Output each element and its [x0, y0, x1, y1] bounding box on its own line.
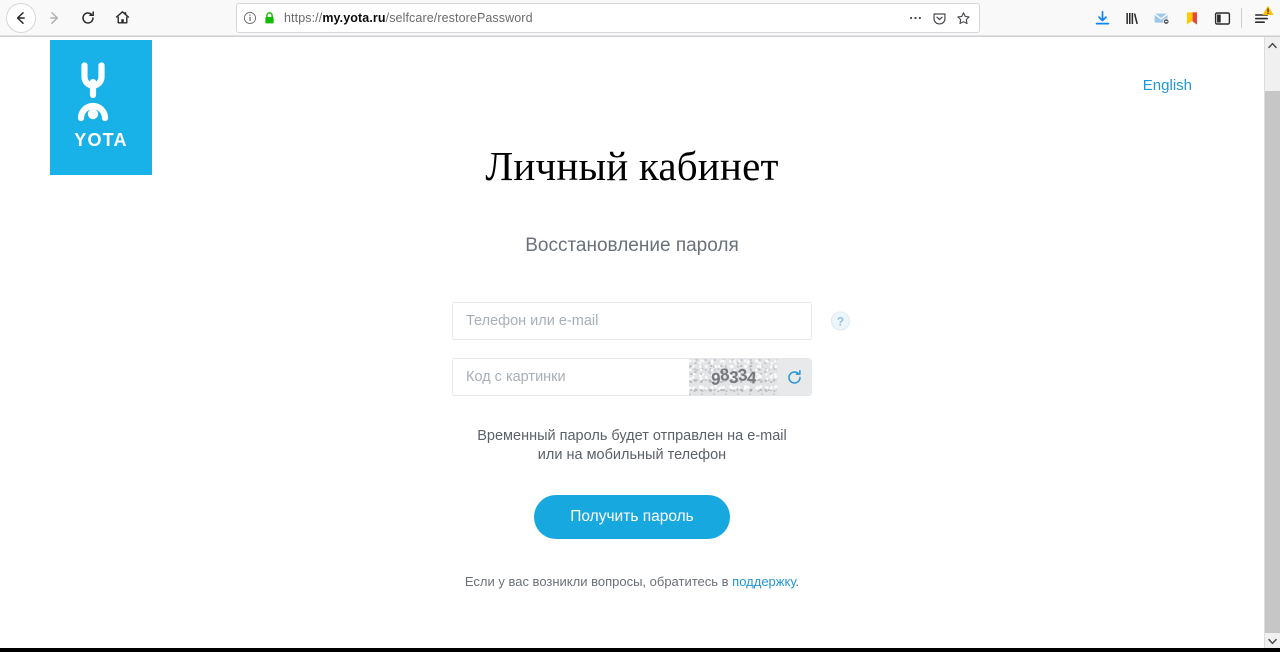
menu-warning-badge-icon: [1262, 5, 1274, 15]
captcha-image: 98334: [689, 359, 777, 395]
chevron-up-icon: [1268, 42, 1277, 48]
url-text[interactable]: https://my.yota.ru/selfcare/restorePassw…: [284, 11, 900, 25]
page-actions-icon[interactable]: [908, 11, 923, 25]
bookmark-flag-button[interactable]: [1177, 2, 1207, 34]
address-bar[interactable]: https://my.yota.ru/selfcare/restorePassw…: [236, 3, 980, 33]
site-identity[interactable]: [243, 11, 276, 25]
bookmark-star-icon[interactable]: [956, 11, 971, 26]
forward-button[interactable]: [38, 2, 70, 34]
navigation-buttons: [0, 2, 138, 34]
address-bar-actions: [908, 11, 971, 26]
captcha-char: 9: [710, 369, 720, 389]
back-button[interactable]: [6, 2, 36, 33]
captcha-char: 4: [746, 368, 756, 388]
pocket-icon[interactable]: [932, 11, 947, 26]
forward-arrow-icon: [50, 11, 59, 24]
browser-window: https://my.yota.ru/selfcare/restorePassw…: [0, 0, 1280, 652]
lock-icon[interactable]: [263, 11, 276, 25]
hint-line-2: или на мобильный телефон: [537, 447, 727, 463]
reload-icon: [82, 10, 94, 24]
reload-button[interactable]: [72, 2, 104, 34]
address-bar-container: https://my.yota.ru/selfcare/restorePassw…: [236, 3, 980, 33]
vertical-scrollbar[interactable]: [1264, 37, 1280, 649]
captcha-field-row: 98334: [452, 358, 812, 396]
sidebar-button[interactable]: [1207, 2, 1237, 34]
scrollbar-track[interactable]: [1265, 53, 1280, 633]
page-viewport: YOTA English Личный кабинет Восстановлен…: [0, 37, 1264, 649]
restore-password-form: ? 98334: [0, 302, 1264, 396]
support-prefix: Если у вас возникли вопросы, обратитесь …: [464, 574, 733, 589]
submit-button-container: Получить пароль: [0, 495, 1264, 539]
get-password-button[interactable]: Получить пароль: [534, 495, 730, 539]
language-switch-link[interactable]: English: [1143, 77, 1192, 94]
toolbar-right-icons: [1087, 0, 1276, 36]
hint-line-1: Временный пароль будет отправлен на e-ma…: [477, 428, 787, 444]
downloads-icon: [1095, 10, 1109, 24]
url-path: /selfcare/restorePassword: [385, 11, 533, 25]
library-icon: [1125, 12, 1138, 24]
url-scheme: https://: [284, 11, 323, 25]
page-subtitle: Восстановление пароля: [525, 235, 739, 256]
back-arrow-icon: [16, 11, 25, 24]
hint-text: Временный пароль будет отправлен на e-ma…: [0, 427, 1264, 465]
scroll-up-button[interactable]: [1265, 37, 1280, 53]
refresh-icon: [787, 369, 801, 384]
yota-logomark-icon: [77, 62, 109, 122]
login-input[interactable]: [452, 302, 812, 340]
page-title: Личный кабинет: [485, 143, 779, 189]
sidebar-icon: [1214, 11, 1230, 25]
chevron-down-icon: [1268, 638, 1277, 644]
page-info-icon[interactable]: [243, 11, 257, 25]
captcha-box: 98334: [689, 359, 811, 395]
scroll-down-button[interactable]: [1265, 633, 1280, 649]
captcha-char: 3: [736, 365, 748, 385]
help-icon[interactable]: ?: [831, 311, 850, 331]
email-button[interactable]: [1147, 2, 1177, 34]
toolbar-separator: [1241, 8, 1242, 28]
library-button[interactable]: [1117, 2, 1147, 34]
captcha-char: 3: [728, 367, 738, 388]
home-icon: [115, 11, 129, 24]
page-bottom-space: [0, 619, 1264, 645]
app-menu-button[interactable]: [1246, 2, 1276, 34]
support-suffix: .: [795, 574, 800, 589]
email-icon: [1154, 13, 1170, 25]
home-button[interactable]: [106, 2, 138, 34]
browser-toolbar: https://my.yota.ru/selfcare/restorePassw…: [0, 0, 1280, 36]
scrollbar-thumb[interactable]: [1265, 53, 1280, 91]
downloads-button[interactable]: [1087, 2, 1117, 34]
captcha-char: 8: [718, 364, 730, 385]
login-field-row: ?: [452, 302, 850, 340]
support-link[interactable]: поддержку: [732, 574, 795, 589]
captcha-code-text: 98334: [710, 364, 756, 389]
url-host: my.yota.ru: [322, 11, 386, 25]
window-bottom-edge: [0, 648, 1280, 652]
bookmark-flag-icon: [1187, 11, 1197, 25]
captcha-refresh-button[interactable]: [777, 359, 811, 395]
support-line: Если у вас возникли вопросы, обратитесь …: [0, 574, 1264, 589]
